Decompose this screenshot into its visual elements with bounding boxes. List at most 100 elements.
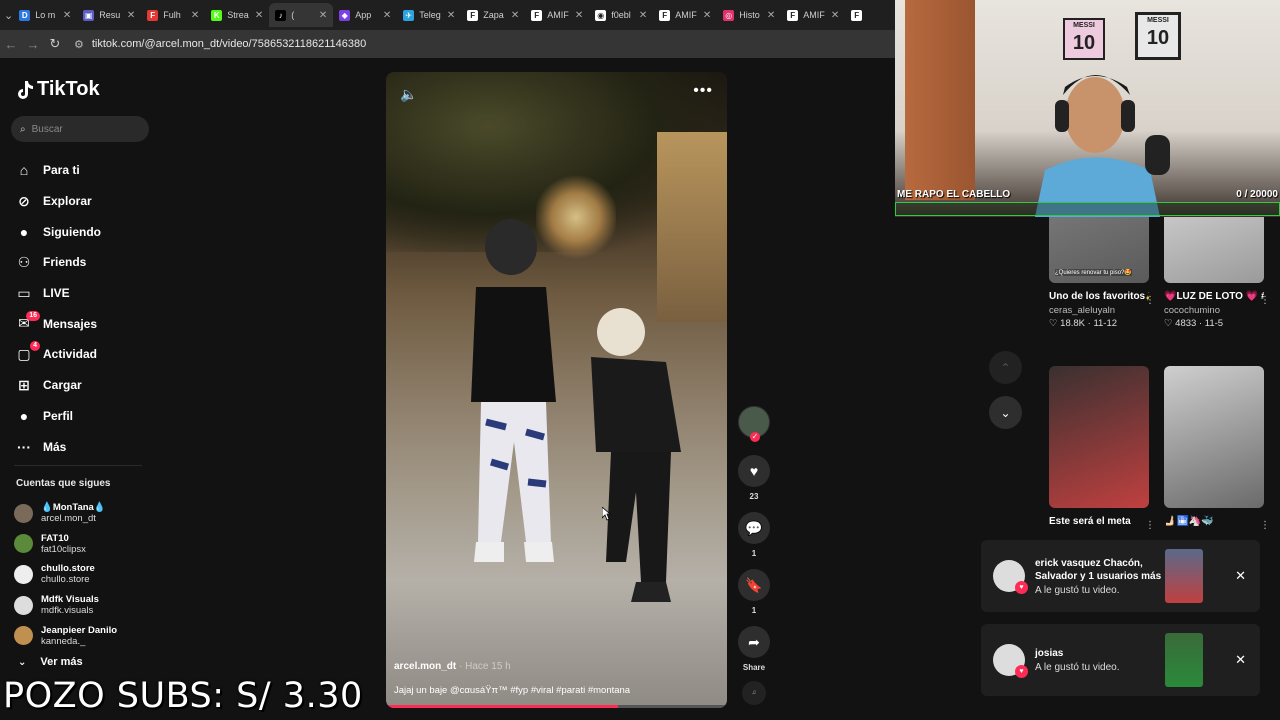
notification-badge: 16 [26,310,40,321]
card-title[interactable]: Uno de los favoritos✨🫶🏻... [1049,289,1149,304]
live-icon: ▭ [17,284,31,301]
like-notification[interactable]: ♥ erick vasquez Chacón, Salvador y 1 usua… [981,540,1260,612]
menu-item-para-ti[interactable]: ⌂ Para ti [14,155,101,186]
chevron-up-icon[interactable]: ⌃ [989,351,1022,384]
card-title[interactable]: 💗LUZ DE LOTO 💗 #cocochumin... [1164,289,1264,304]
tab-title: Fulh [163,10,181,20]
card-more-icon[interactable]: ⋮ [1145,295,1155,306]
menu-item-siguiendo[interactable]: ● Siguiendo [14,216,101,247]
comment-button[interactable]: 💬 1 [737,512,771,558]
video-player[interactable]: 🔈 ••• arcel.mon_dt · Hace 15 h Jajaj un … [386,72,727,708]
card-more-icon[interactable]: ⋮ [1260,520,1270,531]
menu-item-mensajes[interactable]: ✉ 16 Mensajes [14,308,101,339]
following-item[interactable]: 💧MonTana💧 arcel.mon_dt [14,498,117,529]
browser-tab[interactable]: ✈ Teleg ✕ [397,3,461,27]
video-author[interactable]: arcel.mon_dt · Hace 15 h [394,661,511,672]
video-progress-bar[interactable] [386,705,727,708]
site-info-icon[interactable]: ⚙ [74,38,84,51]
close-icon[interactable]: ✕ [511,10,519,21]
menu-item-perfil[interactable]: ● Perfil [14,401,101,432]
card-more-icon[interactable]: ⋮ [1145,520,1155,531]
reload-icon[interactable]: ↻ [44,36,66,52]
close-icon[interactable]: ✕ [63,10,71,21]
menu-item-cargar[interactable]: ⊞ Cargar [14,370,101,401]
card-title[interactable]: 🫸🏻🛅🦄🐳 [1164,514,1264,529]
following-item[interactable]: chullo.store chullo.store [14,559,117,590]
more-options-icon[interactable]: ••• [693,82,713,100]
like-notification[interactable]: ♥ josias A le gustó tu video. ✕ [981,624,1260,696]
search-input[interactable]: ⌕ Buscar [11,116,149,142]
tab-favicon-icon: ◆ [339,9,351,21]
related-video-card[interactable]: ⋮ Este será el meta [1049,366,1155,531]
browser-tab[interactable]: K Strea ✕ [205,3,269,27]
browser-tab[interactable]: F Zapa ✕ [461,3,525,27]
author-avatar[interactable]: ✓ [738,406,770,442]
chevron-down-nav-icon[interactable]: ⌄ [989,396,1022,429]
menu-item-friends[interactable]: ⚇ Friends [14,247,101,278]
close-icon[interactable]: ✕ [127,10,135,21]
browser-tab[interactable]: D Lo m ✕ [13,3,77,27]
menu-item-label: Mensajes [43,316,98,331]
close-icon[interactable]: ✕ [767,10,775,21]
see-more-button[interactable]: ⌄ Ver más [18,656,83,668]
related-video-card[interactable]: ⋮ 🫸🏻🛅🦄🐳 [1164,366,1270,531]
browser-tab[interactable]: ▣ Resu ✕ [77,3,141,27]
browser-tab[interactable]: F✕ [845,3,895,27]
close-icon[interactable]: ✕ [255,10,263,21]
close-icon[interactable]: ✕ [575,10,583,21]
close-icon[interactable]: ✕ [383,10,391,21]
close-icon[interactable]: ✕ [1235,652,1246,668]
card-user[interactable]: ceras_aleluyaln [1049,305,1149,316]
following-item[interactable]: FAT10 fat10clipsx [14,529,117,560]
volume-icon[interactable]: 🔈 [400,86,417,103]
tiktok-logo[interactable]: TikTok [16,78,100,101]
following-item[interactable]: Mdfk Visuals mdfk.visuals [14,590,117,621]
browser-tab[interactable]: ♪ (✕ [269,3,334,27]
close-icon[interactable]: ✕ [447,10,455,21]
tab-search-icon[interactable]: ⌄ [4,5,13,25]
close-icon[interactable]: ✕ [703,10,711,21]
menu-item-label: Perfil [43,408,74,423]
video-thumbnail[interactable] [1049,366,1149,508]
following-item[interactable]: Jeanpieer Danilo kanneda._ [14,620,117,651]
like-button[interactable]: ♥ 23 [737,455,771,501]
card-user[interactable]: cocochumino [1164,305,1264,316]
browser-tab[interactable]: ◎ Histo ✕ [717,3,781,27]
menu-item-live[interactable]: ▭ LIVE [14,278,101,309]
browser-tab[interactable]: ◉ f0ebl ✕ [589,3,653,27]
close-icon[interactable]: ✕ [191,10,199,21]
menu-item-más[interactable]: ··· Más [14,431,101,462]
thumb-caption: ¿Quieres renovar tu piso?🤩 [1055,269,1132,276]
tab-title: Zapa [483,10,504,20]
close-icon[interactable]: ✕ [1235,568,1246,584]
video-thumbnail[interactable] [1164,366,1264,508]
save-button[interactable]: 🔖 1 [737,569,771,615]
share-button[interactable]: ➦ Share [737,626,771,672]
search-placeholder: Buscar [31,123,63,135]
card-title[interactable]: Este será el meta [1049,514,1149,529]
browser-tab[interactable]: F AMIF ✕ [525,3,589,27]
close-icon[interactable]: ✕ [319,10,327,21]
card-likes: 18.8K [1060,318,1085,329]
address-bar[interactable]: ⚙ tiktok.com/@arcel.mon_dt/video/7586532… [74,38,366,51]
card-more-icon[interactable]: ⋮ [1260,295,1270,306]
goal-label: ME RAPO EL CABELLO [897,189,1011,200]
friends-icon: ⚇ [17,253,31,270]
close-icon[interactable]: ✕ [639,10,647,21]
browser-tab[interactable]: F AMIF ✕ [653,3,717,27]
forward-icon[interactable]: → [22,37,44,52]
browser-tab[interactable]: F Fulh ✕ [141,3,205,27]
menu-item-actividad[interactable]: ▢ 4 Actividad [14,339,101,370]
video-author-name[interactable]: arcel.mon_dt [394,661,456,672]
tab-favicon-icon: D [19,9,31,21]
webcam-overlay: MESSI 10 MESSI 10 ME RAPO EL CABELLO 0 /… [895,0,1280,217]
menu-item-explorar[interactable]: ⊘ Explorar [14,186,101,217]
browser-tab[interactable]: F AMIF ✕ [781,3,845,27]
follow-plus-icon[interactable]: ✓ [750,432,760,442]
close-icon[interactable]: ✕ [831,10,839,21]
profile-icon: ● [19,407,29,424]
music-disc-icon[interactable]: ♫ [742,681,766,705]
video-caption[interactable]: Jajaj un baje @cαuѕáŸπ™ #fyp #viral #par… [394,685,630,696]
back-icon[interactable]: ← [0,37,22,52]
browser-tab[interactable]: ◆ App ✕ [333,3,397,27]
